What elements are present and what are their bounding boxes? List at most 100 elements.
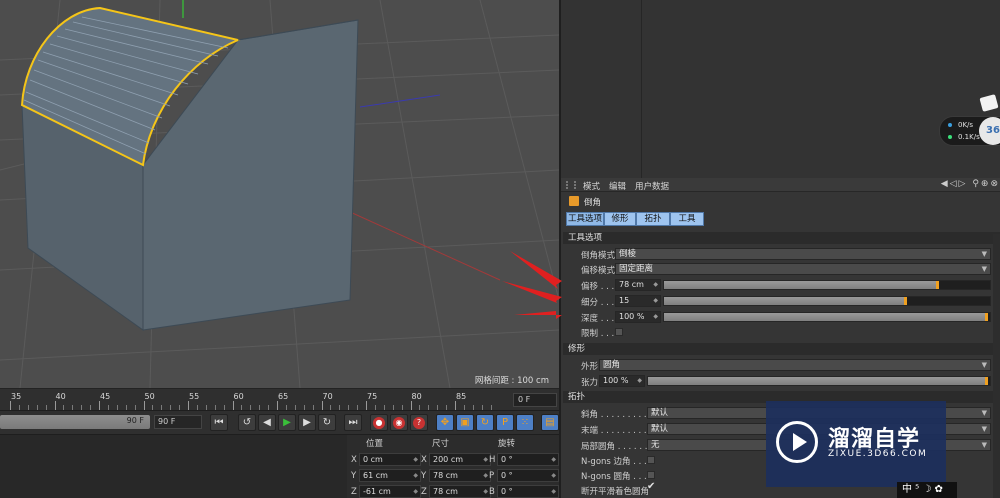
bevel-mode-dropdown[interactable]: 倒棱 ▼ — [615, 248, 991, 260]
tab-topology[interactable]: 拓扑 — [636, 212, 670, 226]
section-tool-options[interactable]: 工具选项 — [563, 232, 1000, 244]
rotate-key-button[interactable]: ↻ — [476, 414, 494, 431]
param-key-button[interactable]: P — [496, 414, 514, 431]
rot-p-field[interactable]: 0 ° ◆ — [497, 469, 559, 482]
z-axis-line — [359, 94, 441, 108]
timeline-tick — [455, 401, 456, 410]
end-frame-field[interactable]: 90 F — [154, 415, 202, 429]
slider-knob — [985, 313, 988, 321]
upload-speed: 0K/s — [948, 121, 973, 129]
pos-z-axis: Z — [351, 487, 357, 497]
timeline-tick-label: 35 — [11, 392, 22, 401]
chevron-down-icon: ▼ — [981, 250, 987, 258]
prev-frame-button[interactable]: ◀ — [258, 414, 276, 431]
coordinate-manager: 位置 尺寸 旋转 X 0 cm ◆ X 200 cm ◆ H 0 ° ◆ Y 61 c… — [0, 434, 559, 498]
pos-x-field[interactable]: 0 cm ◆ — [359, 453, 421, 466]
rot-h-field[interactable]: 0 ° ◆ — [497, 453, 559, 466]
menu-user-data[interactable]: 用户数据 — [635, 180, 669, 192]
ngons-edge-label: N-gons 边角 . . . — [581, 457, 647, 467]
pos-z-field[interactable]: -61 cm ◆ — [359, 485, 421, 498]
chevron-down-icon: ▼ — [981, 265, 987, 273]
ngons-round-label: N-gons 圆角 . . . — [581, 472, 647, 482]
keyframe-selection-button[interactable]: ? — [410, 414, 428, 431]
depth-field[interactable]: 100 % ◆ — [615, 311, 661, 323]
attribute-scrollbar[interactable] — [993, 234, 1000, 498]
timeline-tick-label: 50 — [144, 392, 155, 401]
position-header: 位置 — [366, 439, 384, 449]
pos-y-field[interactable]: 61 cm ◆ — [359, 469, 421, 482]
rotation-header: 旋转 — [498, 439, 516, 449]
timeline-tick-label: 55 — [189, 392, 200, 401]
nav-arrows-icon[interactable]: ◀◁▷ ⚲⊕⊗ — [941, 179, 1000, 189]
depth-label: 深度 . . . — [581, 314, 615, 324]
depth-slider[interactable] — [663, 312, 991, 322]
play-logo-icon — [776, 421, 818, 463]
panel-divider — [641, 0, 642, 178]
section-shaping[interactable]: 修形 — [563, 343, 1000, 355]
security-badge-icon[interactable]: 36 — [979, 117, 1000, 145]
phong-break-checkbox[interactable]: ✔ — [647, 481, 655, 492]
grid-key-button[interactable]: ⁙ — [516, 414, 534, 431]
size-z-field[interactable]: 78 cm ◆ — [429, 485, 491, 498]
ngons-edge-checkbox[interactable] — [647, 456, 655, 464]
coordinate-left-spacer — [0, 435, 347, 498]
play-button[interactable]: ▶ — [278, 414, 296, 431]
next-key-button[interactable]: ↻ — [318, 414, 336, 431]
go-to-start-button[interactable]: ⏮ — [210, 414, 228, 431]
rot-b-axis: B — [489, 487, 495, 497]
tab-tool[interactable]: 工具 — [670, 212, 704, 226]
timeline-tick-label: 75 — [367, 392, 378, 401]
ngons-round-checkbox[interactable] — [647, 471, 655, 479]
autokey-button[interactable]: ◉ — [390, 414, 408, 431]
limit-checkbox[interactable] — [615, 328, 623, 336]
timeline-tick-label: 60 — [233, 392, 244, 401]
menu-mode[interactable]: 模式 — [583, 180, 600, 192]
next-frame-button[interactable]: ▶ — [298, 414, 316, 431]
timeline-ruler[interactable]: 35 40 45 50 55 60 65 70 75 80 85 0 F — [0, 388, 559, 410]
prev-key-button[interactable]: ↺ — [238, 414, 256, 431]
grip-icon[interactable] — [566, 181, 576, 189]
move-key-button[interactable]: ✥ — [436, 414, 454, 431]
shape-dropdown[interactable]: 圆角 ▼ — [599, 359, 991, 371]
record-icon: ● — [373, 417, 385, 429]
current-frame-field[interactable]: 0 F — [513, 393, 557, 407]
subdivision-field[interactable]: 15 ◆ — [615, 295, 661, 307]
menu-edit[interactable]: 编辑 — [609, 180, 626, 192]
timeline-tick — [99, 401, 100, 410]
scale-key-button[interactable]: ▣ — [456, 414, 474, 431]
record-button[interactable]: ● — [370, 414, 388, 431]
3d-viewport[interactable]: 网格间距 : 100 cm — [0, 0, 559, 388]
offset-field[interactable]: 78 cm ◆ — [615, 279, 661, 291]
rot-b-field[interactable]: 0 ° ◆ — [497, 485, 559, 498]
tension-label: 张力 — [581, 378, 599, 388]
tension-field[interactable]: 100 % ◆ — [599, 375, 645, 387]
timeline-tick — [188, 401, 189, 410]
subdivision-label: 细分 . . . — [581, 298, 615, 308]
slider-knob — [936, 281, 940, 289]
size-z-axis: Z — [421, 487, 427, 497]
download-speed: 0.1K/s — [948, 133, 980, 141]
go-to-end-button[interactable]: ⏭ — [344, 414, 362, 431]
pos-y-axis: Y — [351, 471, 357, 481]
red-arrow-1 — [510, 251, 562, 289]
timeline-window-button[interactable]: ▤ — [541, 414, 559, 431]
question-icon: ? — [413, 417, 425, 429]
timeline-tick — [10, 401, 11, 410]
slider-knob — [985, 377, 988, 385]
timeline-tick — [321, 401, 323, 410]
ime-toolbar[interactable]: 中 ⁵ ☽ ✿ — [897, 482, 957, 498]
size-x-field[interactable]: 200 cm ◆ — [429, 453, 491, 466]
offset-slider[interactable] — [663, 280, 991, 290]
preview-range-slider[interactable]: 90 F — [0, 415, 150, 429]
tension-slider[interactable] — [647, 376, 991, 386]
limit-label: 限制 . . . — [581, 329, 615, 339]
bevel-mode-label: 倒角模式 — [581, 251, 616, 261]
timeline-tick — [410, 401, 412, 410]
size-y-field[interactable]: 78 cm ◆ — [429, 469, 491, 482]
chevron-down-icon: ▼ — [981, 409, 987, 417]
subdivision-slider[interactable] — [663, 296, 991, 306]
tab-shaping[interactable]: 修形 — [604, 212, 636, 226]
offset-mode-dropdown[interactable]: 固定距离 ▼ — [615, 263, 991, 275]
tab-tool-options[interactable]: 工具选项 — [566, 212, 604, 226]
timeline-tick — [232, 401, 234, 410]
